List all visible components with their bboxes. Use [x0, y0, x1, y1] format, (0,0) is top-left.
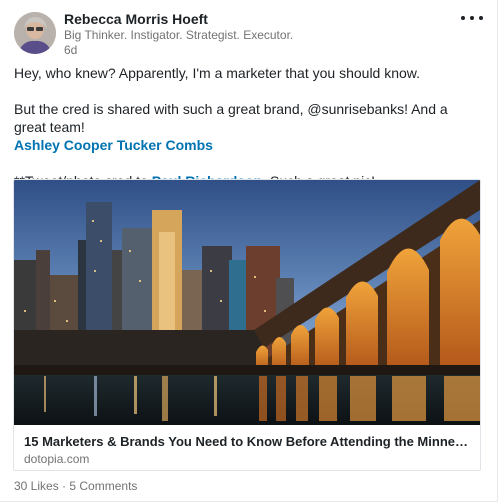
- article-domain: dotopia.com: [24, 452, 90, 466]
- social-separator: ·: [58, 479, 70, 493]
- post-text-line: But the cred is shared with such a great…: [14, 101, 448, 135]
- post-header: Rebecca Morris Hoeft Big Thinker. Instig…: [14, 10, 485, 58]
- post-text: Hey, who knew? Apparently, I'm a markete…: [14, 64, 483, 190]
- feed-post: Rebecca Morris Hoeft Big Thinker. Instig…: [0, 0, 498, 502]
- more-horizontal-icon[interactable]: [459, 10, 485, 26]
- comments-count[interactable]: 5 Comments: [69, 479, 137, 493]
- mention-line: Ashley Cooper Tucker Combs: [14, 136, 483, 154]
- mention-tucker-combs[interactable]: Tucker Combs: [117, 137, 213, 153]
- author-name[interactable]: Rebecca Morris Hoeft: [64, 10, 293, 28]
- article-image[interactable]: [14, 180, 480, 425]
- post-text-line: Hey, who knew? Apparently, I'm a markete…: [14, 65, 421, 81]
- author-avatar[interactable]: [14, 12, 56, 54]
- mention-ashley-cooper[interactable]: Ashley Cooper: [14, 137, 113, 153]
- social-counts: 30 Likes · 5 Comments: [14, 479, 137, 494]
- shared-article[interactable]: 15 Marketers & Brands You Need to Know B…: [13, 179, 481, 471]
- article-title[interactable]: 15 Marketers & Brands You Need to Know B…: [24, 433, 470, 450]
- author-headline: Big Thinker. Instigator. Strategist. Exe…: [64, 28, 294, 42]
- post-timestamp: 6d: [64, 43, 78, 57]
- likes-count[interactable]: 30 Likes: [14, 479, 59, 493]
- author-info: Rebecca Morris Hoeft Big Thinker. Instig…: [64, 10, 293, 57]
- article-meta: 15 Marketers & Brands You Need to Know B…: [14, 425, 480, 470]
